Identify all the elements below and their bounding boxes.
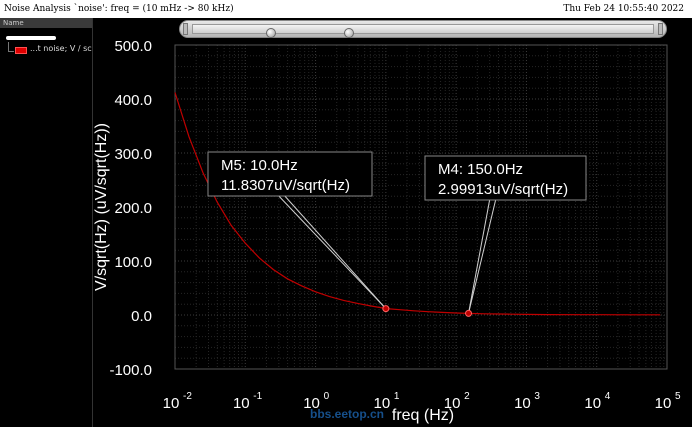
- x-tick-label: 10: [163, 395, 180, 412]
- x-tick-exponent: 3: [534, 391, 540, 402]
- series-line: [174, 92, 661, 316]
- y-tick-label: 500.0: [114, 38, 152, 55]
- marker-leader: [468, 199, 497, 314]
- x-tick-label: 10: [655, 395, 672, 412]
- x-tick-exponent: 1: [394, 391, 400, 402]
- y-tick-label: 200.0: [114, 200, 152, 217]
- x-axis-label: freq (Hz): [392, 407, 454, 424]
- plot-area[interactable]: 500.0400.0300.0200.0100.00.0-100.010 -2 10…: [0, 0, 692, 427]
- marker-label-line1: M5: 10.0Hz: [221, 157, 298, 174]
- x-tick-exponent: -2: [183, 391, 192, 402]
- x-tick-exponent: -1: [253, 391, 262, 402]
- x-tick-exponent: 2: [464, 391, 470, 402]
- watermark: bbs.eetop.cn: [310, 407, 385, 421]
- marker-label-line1: M4: 150.0Hz: [438, 161, 523, 178]
- x-tick-exponent: 0: [324, 391, 330, 402]
- y-tick-label: 100.0: [114, 254, 152, 271]
- marker-layer: M5: 10.0Hz 11.8307uV/sqrt(Hz) M4: 150.0Hz 2…: [207, 151, 587, 317]
- x-tick-label: 10: [584, 395, 601, 412]
- marker-label-line2: 11.8307uV/sqrt(Hz): [221, 177, 350, 194]
- y-tick-label: -100.0: [109, 362, 152, 379]
- marker-label-line2: 2.99913uV/sqrt(Hz): [438, 181, 568, 198]
- marker-point: [465, 309, 473, 317]
- x-tick-label: 10: [514, 395, 531, 412]
- y-tick-label: 0.0: [131, 308, 152, 325]
- x-tick-exponent: 4: [605, 391, 611, 402]
- y-tick-label: 400.0: [114, 92, 152, 109]
- x-tick-label: 10: [233, 395, 250, 412]
- axis-ticks: 500.0400.0300.0200.0100.00.0-100.010 -2 10…: [109, 38, 681, 412]
- marker-leader: [468, 199, 491, 314]
- y-axis-label: V/sqrt(Hz) (uV/sqrt(Hz)): [93, 123, 110, 291]
- x-tick-exponent: 5: [675, 391, 681, 402]
- series-layer: [174, 92, 661, 316]
- marker-point: [382, 305, 390, 313]
- grid: [174, 44, 667, 370]
- y-tick-label: 300.0: [114, 146, 152, 163]
